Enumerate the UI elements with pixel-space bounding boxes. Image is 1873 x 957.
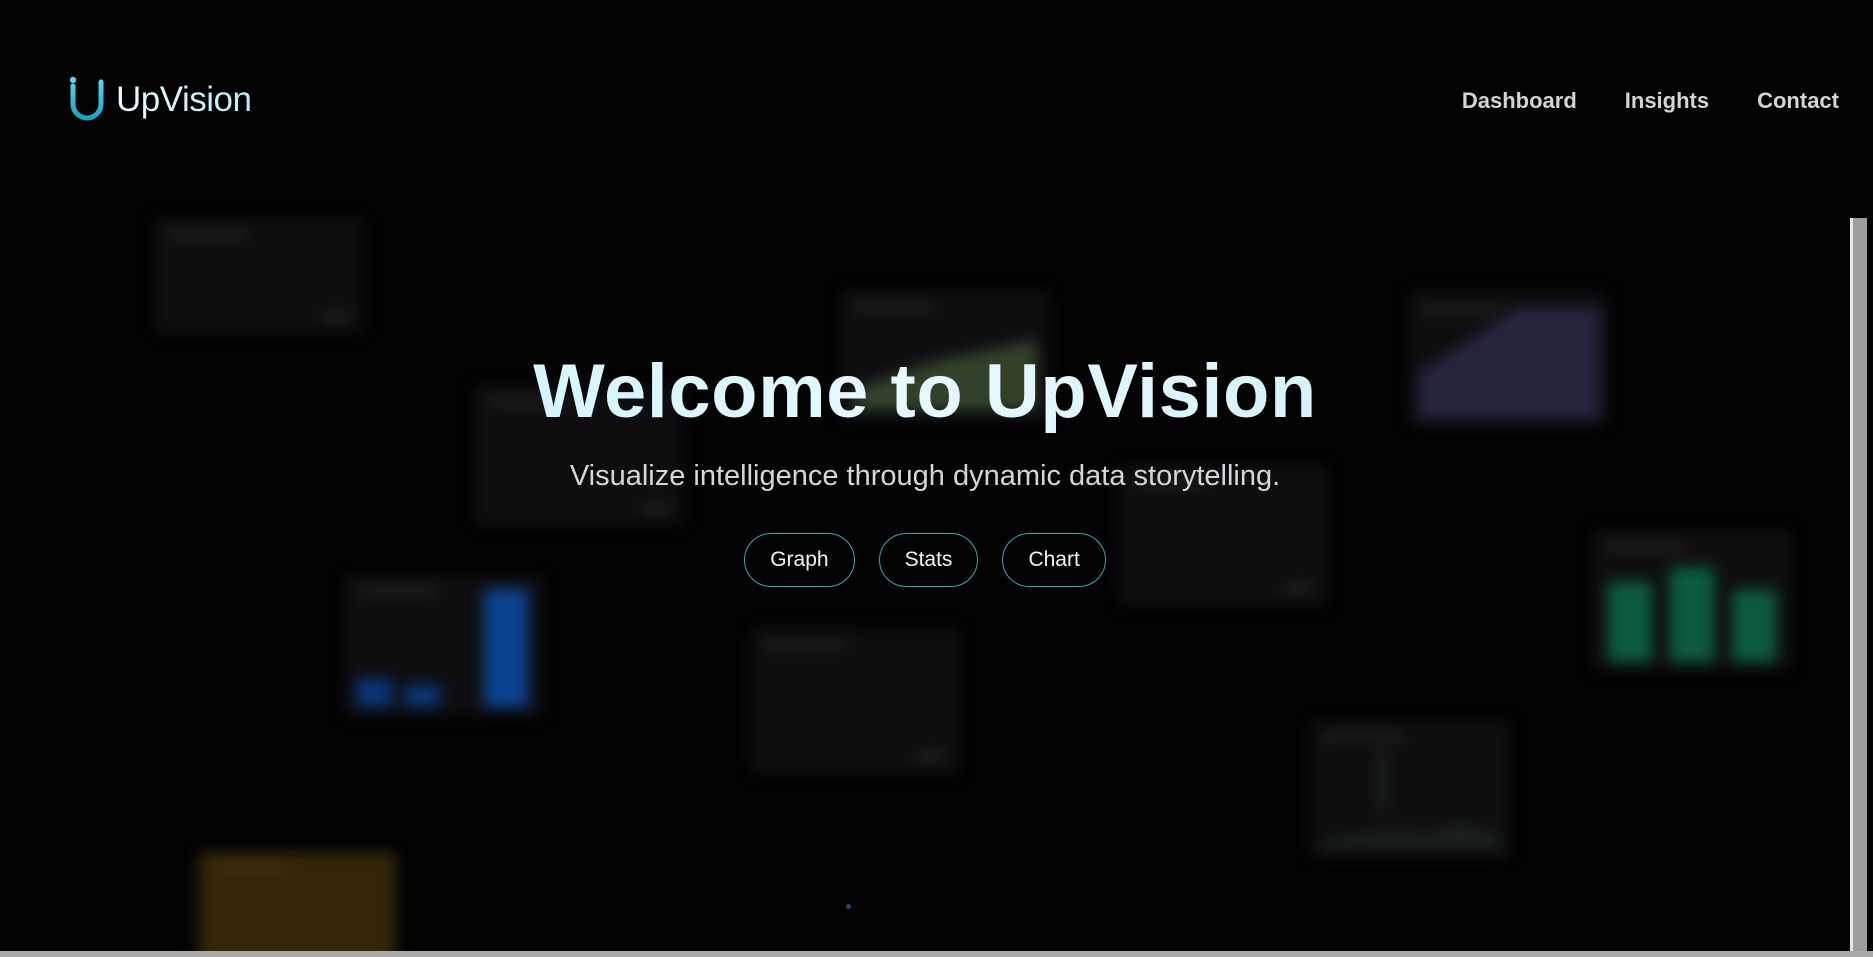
hero-button-group: Graph Stats Chart bbox=[0, 533, 1850, 587]
hero-subtitle: Visualize intelligence through dynamic d… bbox=[569, 460, 1281, 492]
nav-link-dashboard[interactable]: Dashboard bbox=[1462, 88, 1577, 114]
chart-button[interactable]: Chart bbox=[1002, 533, 1106, 587]
background-card bbox=[750, 628, 960, 773]
nav-link-contact[interactable]: Contact bbox=[1757, 88, 1839, 114]
page: UpVision Dashboard Insights Contact Welc… bbox=[0, 0, 1873, 957]
background-card-bars-blue bbox=[344, 575, 544, 715]
vertical-scrollbar[interactable] bbox=[1850, 218, 1867, 951]
nav-link-insights[interactable]: Insights bbox=[1625, 88, 1709, 114]
hero-section: Welcome to UpVision Visualize intelligen… bbox=[0, 350, 1850, 587]
brand-name: UpVision bbox=[116, 80, 252, 119]
hero-title: Welcome to UpVision bbox=[0, 350, 1850, 434]
background-card-line bbox=[1310, 720, 1510, 858]
indicator-dot bbox=[846, 904, 851, 909]
background-card bbox=[154, 218, 364, 333]
graph-button[interactable]: Graph bbox=[744, 533, 855, 587]
main-nav: Dashboard Insights Contact bbox=[1462, 88, 1839, 114]
stats-button[interactable]: Stats bbox=[878, 533, 979, 587]
brand-logo[interactable]: UpVision bbox=[68, 76, 252, 124]
horizontal-scrollbar[interactable] bbox=[0, 951, 1873, 957]
background-card-amber bbox=[198, 852, 396, 957]
u-logo-icon bbox=[68, 76, 106, 124]
